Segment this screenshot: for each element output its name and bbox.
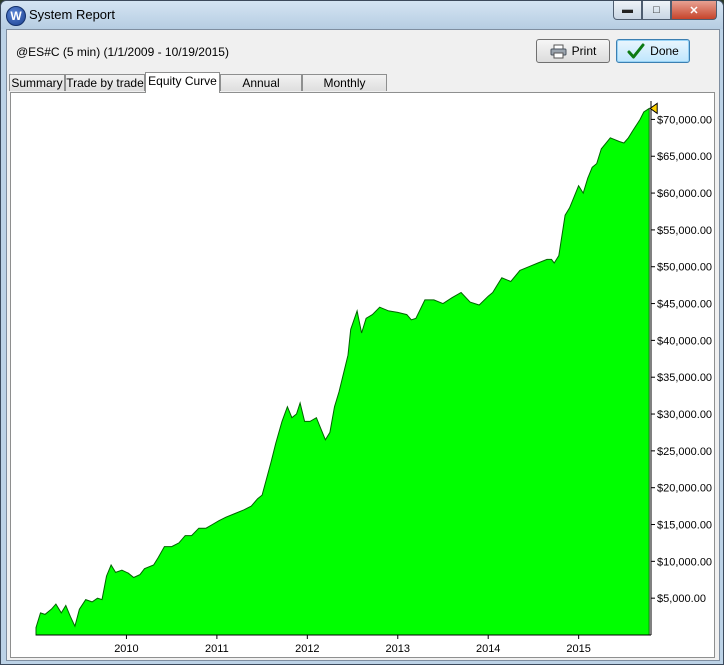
x-tick-label: 2010 xyxy=(114,643,138,655)
x-tick-label: 2012 xyxy=(295,643,319,655)
equity-area xyxy=(35,107,650,636)
done-label: Done xyxy=(650,44,679,58)
checkmark-icon xyxy=(627,43,645,59)
x-tick-label: 2015 xyxy=(566,643,590,655)
close-icon[interactable]: ✕ xyxy=(671,1,717,20)
tab-annual-results[interactable]: Annual Results xyxy=(220,74,302,107)
y-tick-label: $65,000.00 xyxy=(657,151,712,163)
minimize-icon[interactable]: ▬ xyxy=(613,1,642,20)
x-tick-label: 2011 xyxy=(205,643,229,655)
tab-monthly-results[interactable]: Monthly Results xyxy=(302,74,387,107)
printer-icon xyxy=(550,44,567,58)
y-tick-label: $20,000.00 xyxy=(657,483,712,495)
window-title: System Report xyxy=(29,7,115,22)
system-report-window: W System Report ▬ □ ✕ @ES#C (5 min) (1/1… xyxy=(0,0,724,665)
tab-summary[interactable]: Summary xyxy=(9,74,65,91)
y-tick-label: $50,000.00 xyxy=(657,262,712,274)
y-tick-label: $30,000.00 xyxy=(657,409,712,421)
y-tick-label: $40,000.00 xyxy=(657,335,712,347)
equity-curve-panel: 2010 2011 2012 2013 2014 2015 $5,000.00 $10,000… xyxy=(10,92,715,658)
y-tick-label: $25,000.00 xyxy=(657,446,712,458)
client-area: @ES#C (5 min) (1/1/2009 - 10/19/2015) Pr… xyxy=(6,29,720,661)
y-tick-label: $55,000.00 xyxy=(657,225,712,237)
app-logo-icon: W xyxy=(6,6,26,26)
x-tick-label: 2013 xyxy=(386,643,410,655)
done-button[interactable]: Done xyxy=(616,39,690,63)
print-label: Print xyxy=(571,44,597,58)
tab-equity-curve[interactable]: Equity Curve xyxy=(145,72,220,93)
y-tick-label: $60,000.00 xyxy=(657,188,712,200)
y-tick-label: $35,000.00 xyxy=(657,372,712,384)
title-bar[interactable]: W System Report ▬ □ ✕ xyxy=(1,1,723,29)
print-button[interactable]: Print xyxy=(536,39,610,63)
symbol-info: @ES#C (5 min) (1/1/2009 - 10/19/2015) xyxy=(16,45,229,59)
x-tick-label: 2014 xyxy=(476,643,500,655)
y-tick-label: $10,000.00 xyxy=(657,556,712,568)
y-tick-label: $15,000.00 xyxy=(657,520,712,532)
y-tick-label: $45,000.00 xyxy=(657,299,712,311)
equity-curve-chart: 2010 2011 2012 2013 2014 2015 $5,000.00 $10,000… xyxy=(35,101,712,655)
y-tick-label: $5,000.00 xyxy=(657,593,706,605)
maximize-icon[interactable]: □ xyxy=(642,1,671,20)
window-controls: ▬ □ ✕ xyxy=(613,1,717,20)
y-tick-label: $70,000.00 xyxy=(657,114,712,126)
tab-trade-by-trade[interactable]: Trade by trade xyxy=(65,74,145,91)
